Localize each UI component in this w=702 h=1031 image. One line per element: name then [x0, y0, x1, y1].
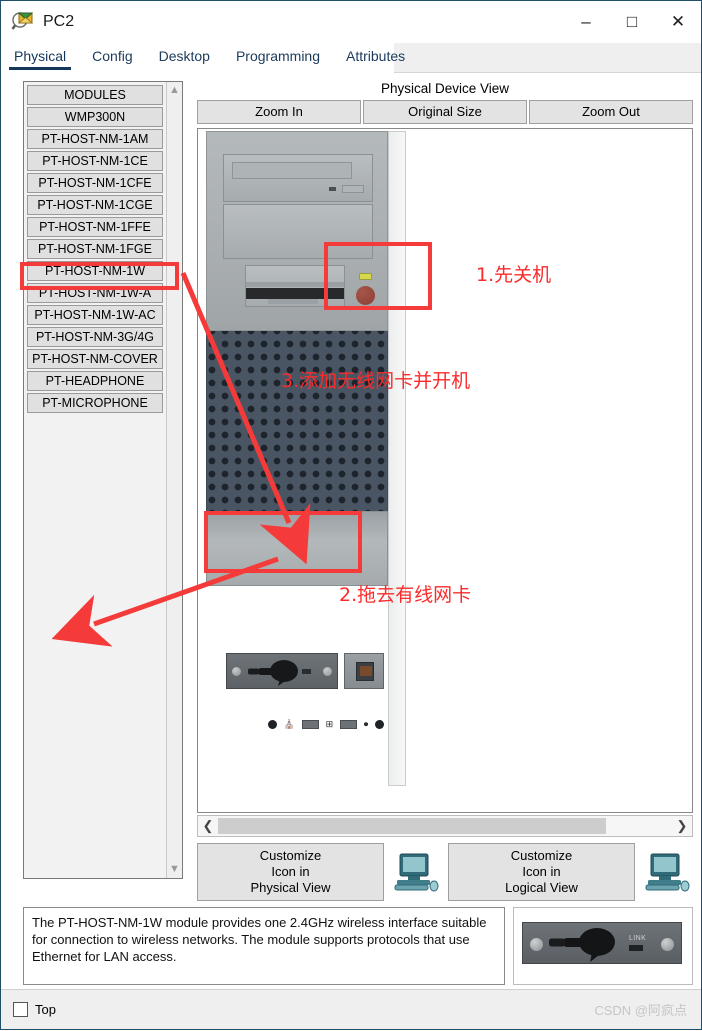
floppy-slot-bottom [268, 299, 318, 304]
modules-panel: MODULES WMP300N PT-HOST-NM-1AM PT-HOST-N… [23, 81, 183, 879]
modules-scrollbar[interactable]: ▲ ▼ [166, 82, 182, 878]
chevron-up-icon[interactable]: ▲ [169, 85, 180, 96]
module-description: The PT-HOST-NM-1W module provides one 2.… [23, 907, 505, 985]
window-controls: – □ ✕ [563, 1, 701, 43]
screw-right-icon [661, 938, 674, 951]
footer-bar: Top CSDN @阿疯点 [1, 989, 701, 1029]
pc-device-window: PC2 – □ ✕ Physical Config Desktop Progra… [0, 0, 702, 1030]
customize-physical-line3: Physical View [250, 880, 331, 895]
module-item-1ce[interactable]: PT-HOST-NM-1CE [27, 151, 163, 171]
chevron-right-icon[interactable]: ❯ [672, 818, 692, 834]
modules-list: MODULES WMP300N PT-HOST-NM-1AM PT-HOST-N… [24, 82, 166, 878]
ethernet-port-module[interactable] [344, 653, 384, 689]
module-item-1w[interactable]: PT-HOST-NM-1W [27, 261, 163, 281]
tab-programming[interactable]: Programming [223, 42, 333, 72]
module-preview-body: LINK [522, 922, 682, 964]
pc-tower-graphic[interactable]: ⛪ ⊞ ⏺ [206, 131, 406, 786]
microphone-icon: ⏺ [363, 718, 369, 729]
module-item-1cfe[interactable]: PT-HOST-NM-1CFE [27, 173, 163, 193]
top-checkbox-label: Top [35, 1002, 56, 1017]
module-preview[interactable]: LINK [513, 907, 693, 985]
module-item-1w-a[interactable]: PT-HOST-NM-1W-A [27, 283, 163, 303]
module-item-1cge[interactable]: PT-HOST-NM-1CGE [27, 195, 163, 215]
module-item-microphone[interactable]: PT-MICROPHONE [27, 393, 163, 413]
pc-monitor-icon-logical[interactable] [641, 843, 693, 901]
module-item-1fge[interactable]: PT-HOST-NM-1FGE [27, 239, 163, 259]
packet-tracer-inspect-icon [11, 10, 35, 34]
headphone-icon: ⛪ [283, 718, 295, 729]
screw-right-icon [323, 667, 332, 676]
customize-physical-line2: Icon in [271, 864, 310, 879]
annotation-box-wireless-module [204, 511, 362, 573]
customize-icon-physical-view-button[interactable]: Customize Icon in Physical View [197, 843, 384, 901]
module-item-1ffe[interactable]: PT-HOST-NM-1FFE [27, 217, 163, 237]
cd-drive-led-icon [329, 187, 336, 191]
maximize-button[interactable]: □ [609, 1, 655, 43]
customize-logical-line3: Logical View [505, 880, 578, 895]
audio-out-port-icon [268, 719, 277, 729]
chevron-left-icon[interactable]: ❮ [198, 818, 218, 834]
close-button[interactable]: ✕ [655, 1, 701, 43]
mic-port-icon [375, 719, 384, 729]
annotation-box-power-button [324, 242, 432, 310]
annotation-step1-text: 1.先关机 [476, 264, 552, 286]
tower-side-panel [388, 131, 406, 786]
customize-icon-logical-view-button[interactable]: Customize Icon in Logical View [448, 843, 635, 901]
annotation-step3-text: 3.添加无线网卡并开机 [281, 370, 471, 392]
screw-left-icon [232, 667, 241, 676]
main-content: MODULES WMP300N PT-HOST-NM-1AM PT-HOST-N… [1, 73, 701, 901]
link-led-icon [302, 669, 311, 674]
top-checkbox[interactable] [13, 1002, 28, 1017]
hscrollbar-thumb[interactable] [218, 818, 606, 834]
pc-monitor-icon-physical[interactable] [390, 843, 442, 901]
zoom-in-button[interactable]: Zoom In [197, 100, 361, 124]
tab-desktop[interactable]: Desktop [146, 42, 223, 72]
module-item-wmp300n[interactable]: WMP300N [27, 107, 163, 127]
modules-list-header: MODULES [27, 85, 163, 105]
customize-logical-line1: Customize [510, 848, 573, 863]
zoom-toolbar: Zoom In Original Size Zoom Out [197, 100, 693, 124]
device-canvas[interactable]: ⛪ ⊞ ⏺ 1.先关机 3.添加无线网卡并开机 2.拖去有线网卡 [197, 128, 693, 813]
io-port-row: ⛪ ⊞ ⏺ [268, 716, 384, 732]
link-label: LINK [629, 935, 647, 942]
chevron-down-icon[interactable]: ▼ [169, 864, 180, 875]
title-bar: PC2 – □ ✕ [1, 1, 701, 43]
usb-port-icon [301, 719, 319, 729]
physical-device-view-title: Physical Device View [380, 81, 510, 96]
cd-eject-button[interactable] [342, 185, 364, 193]
description-row: The PT-HOST-NM-1W module provides one 2.… [1, 901, 701, 989]
screw-left-icon [530, 938, 543, 951]
tab-bar: Physical Config Desktop Programming Attr… [1, 43, 701, 73]
module-item-3g4g[interactable]: PT-HOST-NM-3G/4G [27, 327, 163, 347]
rj45-jack-icon [356, 662, 374, 681]
annotation-step2-text: 2.拖去有线网卡 [339, 584, 472, 606]
antenna-icon [244, 660, 306, 686]
customize-icon-row: Customize Icon in Physical View Customiz… [197, 843, 693, 901]
module-item-cover[interactable]: PT-HOST-NM-COVER [27, 349, 163, 369]
tab-physical[interactable]: Physical [1, 42, 79, 72]
antenna-icon [549, 928, 615, 962]
module-item-1w-ac[interactable]: PT-HOST-NM-1W-AC [27, 305, 163, 325]
cd-drive-slot [232, 162, 352, 179]
module-item-headphone[interactable]: PT-HEADPHONE [27, 371, 163, 391]
zoom-out-button[interactable]: Zoom Out [529, 100, 693, 124]
tab-config[interactable]: Config [79, 42, 145, 72]
usb-port-2-icon [340, 719, 357, 729]
tab-attributes[interactable]: Attributes [333, 42, 418, 72]
minimize-button[interactable]: – [563, 1, 609, 43]
cd-drive-bay [223, 154, 373, 202]
device-view-panel: Physical Device View Zoom In Original Si… [197, 79, 693, 901]
link-led-icon [629, 945, 643, 951]
watermark-text: CSDN @阿疯点 [594, 1003, 687, 1018]
usb-symbol-icon: ⊞ [325, 718, 334, 729]
device-view-hscrollbar[interactable]: ❮ ❯ [197, 815, 693, 837]
module-item-1am[interactable]: PT-HOST-NM-1AM [27, 129, 163, 149]
customize-physical-line1: Customize [259, 848, 322, 863]
customize-logical-line2: Icon in [522, 864, 561, 879]
wireless-module-installed[interactable] [226, 653, 338, 689]
original-size-button[interactable]: Original Size [363, 100, 527, 124]
window-title: PC2 [43, 13, 75, 30]
